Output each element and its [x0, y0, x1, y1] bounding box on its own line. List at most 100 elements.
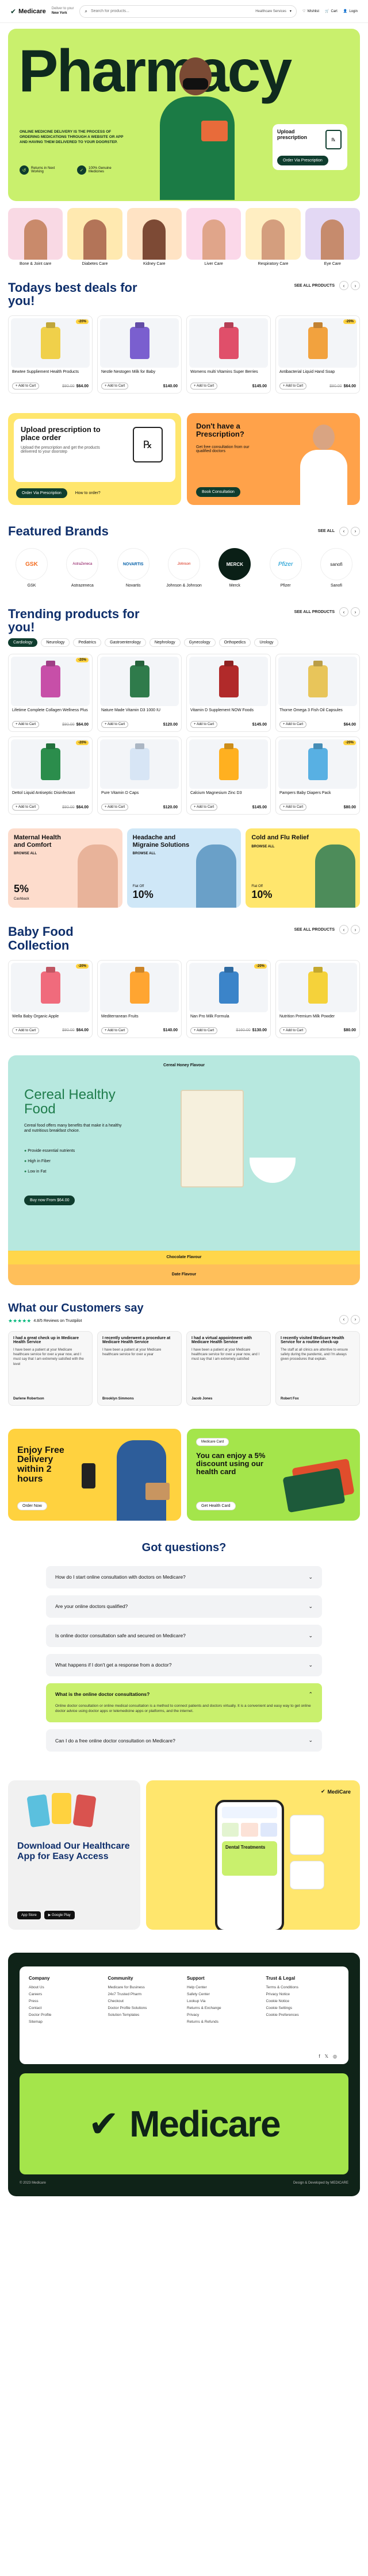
- tab-gastroenterology[interactable]: Gastroenterology: [105, 638, 146, 647]
- faq-item[interactable]: Are your online doctors qualified? ⌄: [46, 1595, 322, 1618]
- add-to-cart-button[interactable]: + Add to Cart: [12, 1027, 40, 1034]
- brand-item[interactable]: MERCK Merck: [214, 548, 255, 588]
- footer-link[interactable]: Doctor Profile Solutions: [108, 2006, 182, 2010]
- baby-see-all[interactable]: SEE ALL PRODUCTS: [294, 928, 335, 932]
- category-item[interactable]: Respiratory Care: [246, 208, 301, 266]
- product-card[interactable]: -20% Dettol Liquid Antiseptic Disinfectan…: [8, 736, 93, 815]
- add-to-cart-button[interactable]: + Add to Cart: [279, 804, 307, 811]
- footer-link[interactable]: Returns & Exchange: [187, 2006, 260, 2010]
- product-card[interactable]: -20% Pampers Baby Diapers Pack + Add to Ca…: [275, 736, 360, 815]
- trending-see-all[interactable]: SEE ALL PRODUCTS: [294, 610, 335, 614]
- brand-item[interactable]: sanofi Sanofi: [316, 548, 356, 588]
- product-card[interactable]: Nestle Nestogen Milk for Baby + Add to C…: [97, 315, 182, 394]
- add-to-cart-button[interactable]: + Add to Cart: [190, 1027, 218, 1034]
- tab-orthopedics[interactable]: Orthopedics: [218, 638, 251, 647]
- footer-link[interactable]: Help Center: [187, 1985, 260, 1989]
- product-card[interactable]: Womens multi Vitamins Super Berries + Ad…: [186, 315, 271, 394]
- footer-link[interactable]: Solution Templates: [108, 2013, 182, 2017]
- search-bar[interactable]: ⌕ Healthcare Services ▾: [79, 5, 297, 18]
- brand-item[interactable]: Pfizer Pfizer: [266, 548, 306, 588]
- tab-gynecology[interactable]: Gynecology: [183, 638, 216, 647]
- tab-neurology[interactable]: Neurology: [41, 638, 70, 647]
- add-to-cart-button[interactable]: + Add to Cart: [279, 721, 307, 728]
- footer-link[interactable]: Contact: [29, 2006, 102, 2010]
- logo[interactable]: ✔ Medicare: [10, 7, 46, 16]
- footer-link[interactable]: Sitemap: [29, 2020, 102, 2024]
- footer-link[interactable]: Careers: [29, 1992, 102, 1996]
- product-card[interactable]: Nature Made Vitamin D3 1000 IU + Add to C…: [97, 654, 182, 732]
- footer-link[interactable]: Terms & Conditions: [266, 1985, 340, 1989]
- add-to-cart-button[interactable]: + Add to Cart: [101, 721, 129, 728]
- prev-arrow-icon[interactable]: ‹: [339, 526, 348, 536]
- category-item[interactable]: Diabetes Care: [67, 208, 122, 266]
- order-prescription-button[interactable]: Order Via Prescription: [16, 488, 67, 499]
- tab-nephrology[interactable]: Nephrology: [149, 638, 181, 647]
- product-card[interactable]: -20% Lifetime Complete Collagen Wellness …: [8, 654, 93, 732]
- offer-card[interactable]: Headache and Migraine Solutions BROWSE A…: [126, 828, 241, 908]
- product-card[interactable]: Vitamin D Supplement NOW Foods + Add to C…: [186, 654, 271, 732]
- add-to-cart-button[interactable]: + Add to Cart: [190, 383, 218, 390]
- add-to-cart-button[interactable]: + Add to Cart: [190, 804, 218, 811]
- faq-item[interactable]: How do I start online consultation with …: [46, 1565, 322, 1588]
- prev-arrow-icon[interactable]: ‹: [339, 607, 348, 617]
- footer-link[interactable]: Cookie Settings: [266, 2006, 340, 2010]
- google-play-button[interactable]: ▶ Google Play: [44, 1911, 75, 1920]
- search-input[interactable]: [90, 9, 252, 13]
- faq-item[interactable]: What happens if I don't get a response f…: [46, 1653, 322, 1676]
- deals-see-all[interactable]: SEE ALL PRODUCTS: [294, 284, 335, 288]
- product-card[interactable]: -20% Antibacterial Liquid Hand Soap + Ad…: [275, 315, 360, 394]
- prev-arrow-icon[interactable]: ‹: [339, 281, 348, 290]
- category-item[interactable]: Liver Care: [186, 208, 241, 266]
- book-consultation-button[interactable]: Book Consultation: [196, 487, 240, 498]
- product-card[interactable]: Pure Vitamin D Caps + Add to Cart $120.00: [97, 736, 182, 815]
- footer-link[interactable]: Cookie Notice: [266, 1999, 340, 2003]
- login-link[interactable]: 👤 Login: [343, 9, 358, 14]
- footer-link[interactable]: Privacy: [187, 2013, 260, 2017]
- add-to-cart-button[interactable]: + Add to Cart: [279, 1027, 307, 1034]
- footer-link[interactable]: Medicare for Business: [108, 1985, 182, 1989]
- footer-link[interactable]: 24x7 Trusted Pharm: [108, 1992, 182, 1996]
- tab-cardiology[interactable]: Cardiology: [8, 638, 38, 647]
- footer-link[interactable]: Doctor Profile: [29, 2013, 102, 2017]
- footer-link[interactable]: About Us: [29, 1985, 102, 1989]
- cart-link[interactable]: 🛒 Cart: [325, 9, 338, 14]
- footer-link[interactable]: Safety Center: [187, 1992, 260, 1996]
- footer-link[interactable]: Lookup Via: [187, 1999, 260, 2003]
- brand-item[interactable]: AstraZeneca Astrazeneca: [62, 548, 102, 588]
- next-arrow-icon[interactable]: ›: [351, 925, 360, 935]
- faq-item[interactable]: Can I do a free online doctor consultati…: [46, 1729, 322, 1752]
- offer-card[interactable]: Maternal Health and Comfort BROWSE ALL 5…: [8, 828, 122, 908]
- twitter-icon[interactable]: 𝕏: [325, 2054, 328, 2059]
- add-to-cart-button[interactable]: + Add to Cart: [101, 804, 129, 811]
- cereal-buy-button[interactable]: Buy now From $64.00: [24, 1195, 75, 1205]
- facebook-icon[interactable]: f: [319, 2054, 320, 2059]
- add-to-cart-button[interactable]: + Add to Cart: [190, 721, 218, 728]
- how-to-order-link[interactable]: How to order?: [75, 491, 101, 495]
- order-now-button[interactable]: Order Now: [17, 1501, 47, 1510]
- get-health-card-button[interactable]: Get Health Card: [196, 1501, 236, 1510]
- wishlist-link[interactable]: ♡ Wishlist: [302, 9, 319, 14]
- tab-urology[interactable]: Urology: [254, 638, 279, 647]
- flavour-band-orange[interactable]: Date Flavour: [8, 1264, 360, 1285]
- next-arrow-icon[interactable]: ›: [351, 526, 360, 536]
- offer-card[interactable]: Cold and Flu Relief BROWSE ALL Flat Off …: [246, 828, 361, 908]
- next-arrow-icon[interactable]: ›: [351, 1314, 360, 1324]
- next-arrow-icon[interactable]: ›: [351, 607, 360, 617]
- prev-arrow-icon[interactable]: ‹: [339, 925, 348, 935]
- product-card[interactable]: Nutrition Premium Milk Powder + Add to Ca…: [275, 959, 360, 1038]
- prev-arrow-icon[interactable]: ‹: [339, 1314, 348, 1324]
- category-select[interactable]: Healthcare Services: [255, 10, 286, 13]
- product-card[interactable]: Calcium Magnesium Zinc D3 + Add to Cart $1…: [186, 736, 271, 815]
- faq-item-expanded[interactable]: What is the online doctor consultations?…: [46, 1683, 322, 1723]
- footer-link[interactable]: Privacy Notice: [266, 1992, 340, 1996]
- app-store-button[interactable]: App Store: [17, 1911, 41, 1919]
- flavour-band-yellow[interactable]: Chocolate Flavour: [8, 1250, 360, 1264]
- brand-item[interactable]: Johnson Johnson & Johnson: [164, 548, 204, 588]
- brand-item[interactable]: GSK GSK: [12, 548, 52, 588]
- add-to-cart-button[interactable]: + Add to Cart: [279, 383, 307, 390]
- brand-item[interactable]: NOVARTIS Novartis: [113, 548, 154, 588]
- add-to-cart-button[interactable]: + Add to Cart: [12, 721, 40, 728]
- category-item[interactable]: Bone & Joint care: [8, 208, 63, 266]
- product-card[interactable]: -20% Nan Pro Milk Formula + Add to Cart $16…: [186, 959, 271, 1038]
- product-card[interactable]: -20% Bewtee Suppliement Health Products …: [8, 315, 93, 394]
